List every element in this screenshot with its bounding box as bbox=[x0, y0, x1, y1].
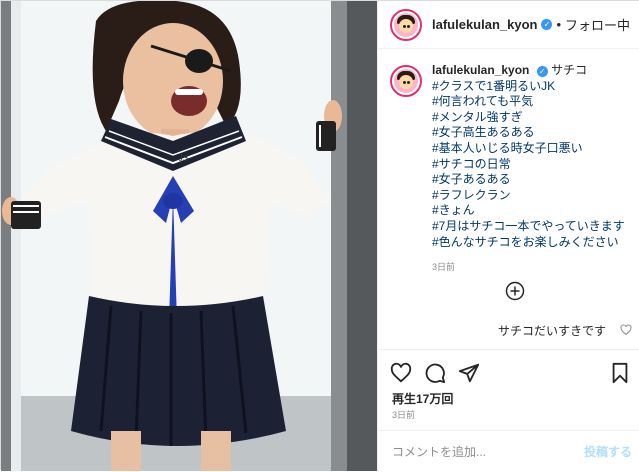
hashtag-link[interactable]: #クラスで1番明るいJK bbox=[432, 79, 625, 95]
post-header: lafulekulan_kyon ✓ • フォロー中 bbox=[378, 1, 639, 49]
heart-icon[interactable] bbox=[390, 362, 412, 384]
bookmark-icon[interactable] bbox=[610, 362, 630, 384]
post-video[interactable]: JS bbox=[1, 1, 377, 471]
avatar-eye-left bbox=[403, 24, 406, 28]
hashtag-link[interactable]: #色んなサチコをお楽しみください bbox=[432, 235, 625, 251]
avatar-image bbox=[394, 12, 418, 37]
comment-bubble-icon[interactable] bbox=[424, 362, 446, 384]
caption-timestamp: 3日前 bbox=[432, 262, 456, 273]
hashtag-link[interactable]: #女子高生あるある bbox=[432, 125, 625, 141]
post-age: 3日前 bbox=[392, 410, 416, 420]
hashtag-link[interactable]: #サチコの日常 bbox=[432, 157, 625, 173]
hashtag-link[interactable]: #何言われても平気 bbox=[432, 94, 625, 110]
avatar-eye-right bbox=[407, 81, 410, 84]
avatar-image bbox=[394, 69, 418, 93]
svg-text:JS: JS bbox=[179, 153, 188, 164]
paper-plane-icon[interactable] bbox=[458, 362, 480, 384]
avatar-eye-right bbox=[407, 24, 410, 28]
comment-heart-icon[interactable] bbox=[620, 324, 632, 336]
video-frame-illustration: JS bbox=[1, 1, 377, 471]
caption-body: lafulekulan_kyon ✓ サチコ #クラスで1番明るいJK #何言わ… bbox=[432, 63, 625, 276]
post-caption: lafulekulan_kyon ✓ サチコ #クラスで1番明るいJK #何言わ… bbox=[390, 63, 635, 276]
hashtag-link[interactable]: #ラフレクラン bbox=[432, 188, 625, 204]
caption-title: サチコ bbox=[551, 63, 588, 77]
view-count[interactable]: 再生17万回 bbox=[392, 390, 453, 407]
hashtag-link[interactable]: #メンタル強すぎ bbox=[432, 110, 625, 126]
post-sidebar: lafulekulan_kyon ✓ • フォロー中 lafulekulan_k… bbox=[377, 1, 639, 471]
plus-circle-icon[interactable] bbox=[505, 281, 525, 301]
comment-text: サチコだいすきです bbox=[498, 324, 607, 338]
post-actions: 再生17万回 3日前 コメントを追加... 投稿する bbox=[378, 349, 639, 471]
add-comment-bar: コメントを追加... 投稿する bbox=[378, 430, 639, 472]
hashtag-link[interactable]: #きょん bbox=[432, 203, 625, 219]
avatar-face bbox=[399, 18, 413, 33]
verified-badge-icon: ✓ bbox=[541, 19, 553, 30]
comment-item: サチコだいすきです bbox=[378, 319, 639, 341]
action-bar bbox=[390, 362, 630, 384]
hashtag-link[interactable]: #基本人いじる時女子口悪い bbox=[432, 141, 625, 157]
following-button[interactable]: フォロー中 bbox=[565, 15, 630, 34]
verified-badge-icon: ✓ bbox=[536, 66, 548, 77]
header-separator: • bbox=[556, 17, 562, 32]
comment-input[interactable]: コメントを追加... bbox=[392, 443, 486, 460]
post-comment-button[interactable]: 投稿する bbox=[584, 443, 632, 460]
caption-avatar[interactable] bbox=[390, 65, 422, 97]
avatar-eye-left bbox=[403, 81, 406, 84]
caption-header: lafulekulan_kyon ✓ サチコ bbox=[432, 63, 625, 79]
hashtag-link[interactable]: #7月はサチコ一本でやっていきます bbox=[432, 219, 625, 235]
instagram-post-modal: JS lafulekulan_kyon ✓ • フォロー中 lafulekula… bbox=[0, 0, 639, 471]
author-avatar[interactable] bbox=[390, 8, 422, 41]
avatar-face bbox=[399, 75, 413, 89]
caption-username[interactable]: lafulekulan_kyon bbox=[432, 63, 529, 77]
author-username[interactable]: lafulekulan_kyon bbox=[432, 17, 537, 32]
hashtag-link[interactable]: #女子あるある bbox=[432, 172, 625, 188]
